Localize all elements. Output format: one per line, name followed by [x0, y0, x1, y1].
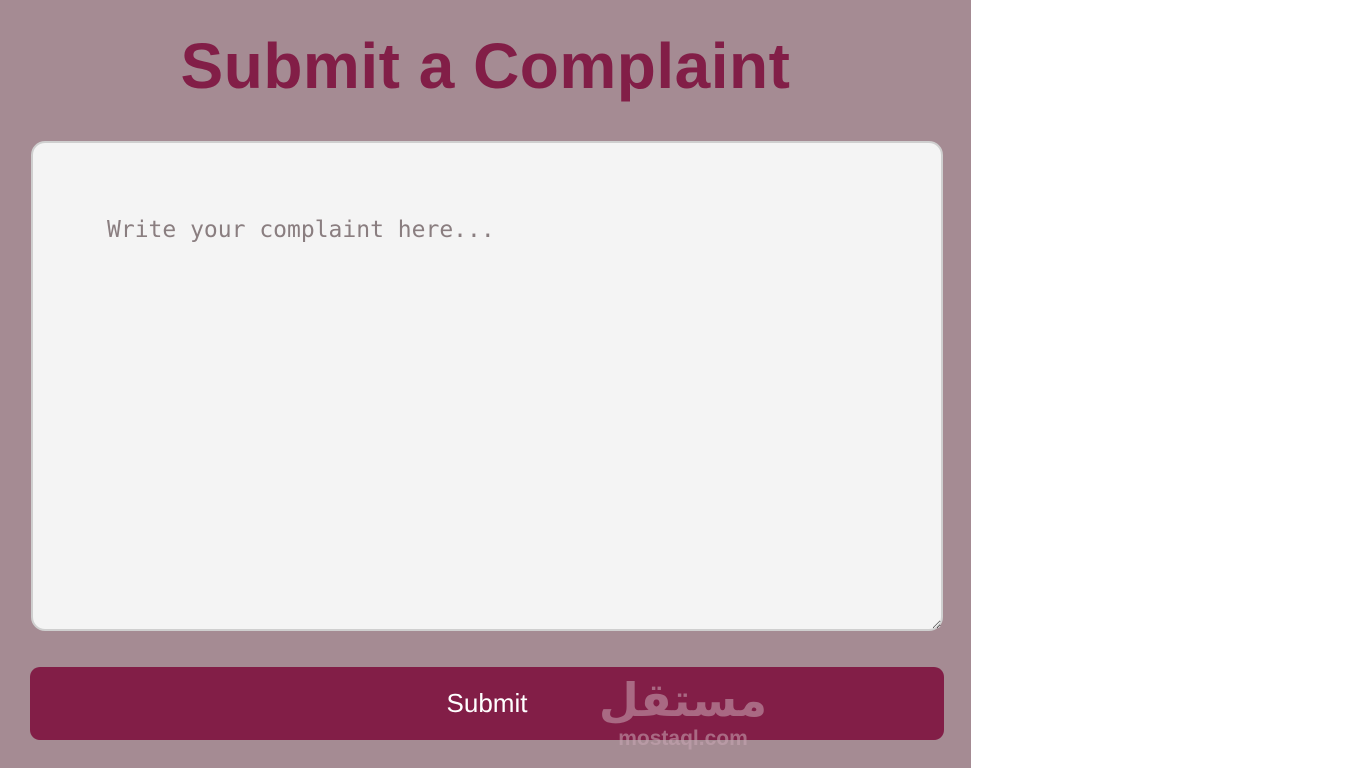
page-title: Submit a Complaint — [180, 30, 791, 102]
submit-button[interactable]: Submit — [30, 667, 944, 740]
complaint-panel: Submit a Complaint Submit مستقل mostaql.… — [0, 0, 971, 768]
complaint-textarea[interactable] — [31, 141, 943, 631]
